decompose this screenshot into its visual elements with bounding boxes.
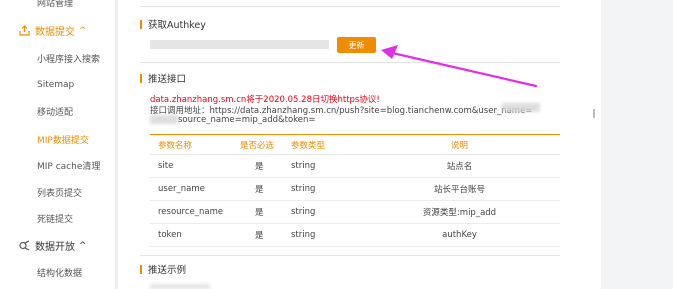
table-row: user_name 是 string 站长平台账号 (150, 177, 560, 201)
table-header-cell: 说明 (359, 134, 560, 155)
table-header-cell: 参数类型 (291, 134, 359, 155)
section-accent-bar (140, 73, 142, 83)
sidebar-item-mobile-adapt[interactable]: 移动适配 (0, 105, 116, 118)
table-row: token 是 string authKey (150, 223, 560, 247)
section-divider (140, 6, 560, 7)
push-section-title: 推送接口 (140, 71, 186, 85)
sidebar-item-dead-link[interactable]: 死链提交 (0, 212, 116, 225)
data-open-icon (19, 240, 30, 251)
table-cell: user_name (150, 177, 240, 201)
table-cell: 站长平台账号 (359, 177, 560, 201)
sidebar-item-list-page[interactable]: 列表页提交 (0, 186, 116, 199)
example-title: 推送示例 (148, 265, 187, 276)
example-section-title: 推送示例 (140, 262, 186, 276)
sidebar-item-sitemap[interactable]: Sitemap (0, 80, 116, 90)
sidebar-group-label: 数据开放 (35, 242, 75, 253)
table-cell: authKey (359, 223, 560, 247)
table-cell: string (291, 200, 359, 224)
sidebar-item-site-management[interactable]: 网站管理 (0, 0, 116, 9)
params-table: 参数名称 是否必选 参数类型 说明 site 是 string 站点名 user… (150, 134, 560, 247)
push-title: 推送接口 (148, 74, 187, 85)
table-header-row: 参数名称 是否必选 参数类型 说明 (150, 134, 560, 155)
section-divider (140, 255, 560, 256)
table-cell: 资源类型:mip_add (359, 200, 560, 224)
sidebar-item-structured-data[interactable]: 结构化数据 (0, 266, 116, 279)
redacted-text (150, 115, 178, 124)
chevron-up-icon: ^ (79, 25, 87, 36)
authkey-section-title: 获取Authkey (140, 17, 206, 31)
table-cell: 是 (240, 200, 291, 224)
table-header-cell: 参数名称 (150, 134, 240, 155)
cut-off-text (150, 284, 210, 289)
sidebar-item-mip-cache[interactable]: MIP cache清理 (0, 159, 116, 172)
section-accent-bar (140, 19, 142, 29)
table-cell: site (150, 154, 240, 178)
page-background (601, 0, 673, 289)
table-cell: token (150, 223, 240, 247)
table-cell: resource_name (150, 200, 240, 224)
table-cell: string (291, 223, 359, 247)
sidebar-item-mip-submit[interactable]: MIP数据提交 (0, 133, 116, 146)
api-url-line-2: source_name=mip_add&token= (178, 115, 316, 125)
table-cell: 是 (240, 223, 291, 247)
table-cell: 站点名 (359, 154, 560, 178)
table-cell: string (291, 154, 359, 178)
table-header-cell: 是否必选 (240, 134, 291, 155)
refresh-authkey-button[interactable]: 更新 (337, 37, 376, 53)
scrollbar[interactable] (593, 109, 595, 118)
redacted-username (502, 103, 540, 112)
authkey-title: 获取Authkey (148, 20, 206, 31)
sidebar-group-data-submit[interactable]: 数据提交 ^ (0, 23, 116, 38)
sidebar-item-miniapp[interactable]: 小程序接入搜索 (0, 52, 116, 65)
section-divider (140, 62, 560, 63)
chevron-up-icon: ^ (79, 240, 87, 251)
table-cell: string (291, 177, 359, 201)
table-row: site 是 string 站点名 (150, 154, 560, 178)
table-row: resource_name 是 string 资源类型:mip_add (150, 200, 560, 224)
table-cell: 是 (240, 154, 291, 178)
authkey-value-field (150, 40, 329, 49)
sidebar-group-data-open[interactable]: 数据开放 ^ (0, 238, 116, 253)
sidebar-group-label: 数据提交 (35, 27, 75, 38)
table-cell: 是 (240, 177, 291, 201)
sidebar: 网站管理 数据提交 ^ 小程序接入搜索 Sitemap 移动适配 MIP数据提交… (0, 0, 116, 289)
section-accent-bar (140, 264, 142, 274)
upload-icon (19, 25, 30, 36)
